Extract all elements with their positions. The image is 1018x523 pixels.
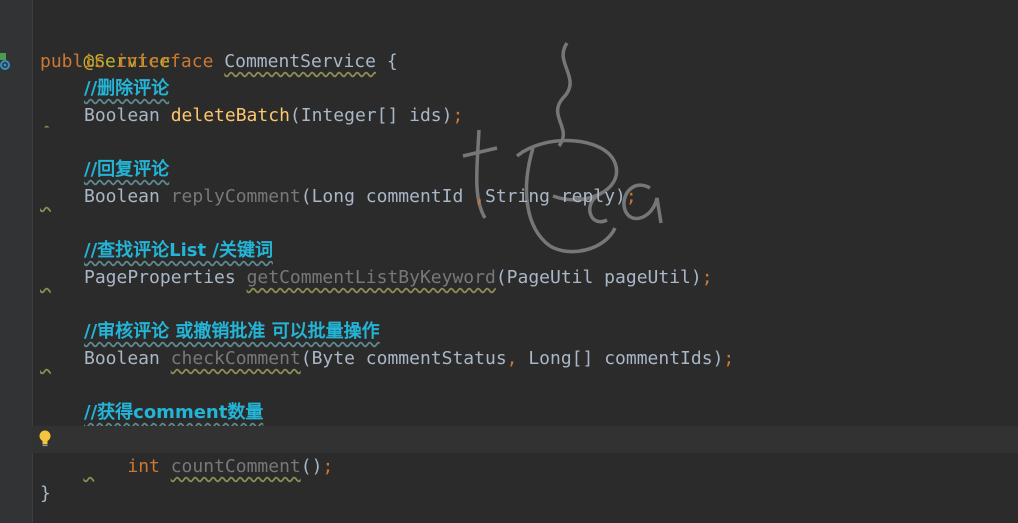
method-line: Boolean deleteBatch(Integer[] ids);	[40, 102, 1018, 129]
method-comment: //获得comment数量	[84, 402, 264, 423]
method-line: PageProperties getCommentListByKeyword(P…	[40, 264, 1018, 291]
method-name: replyComment	[170, 186, 301, 207]
return-type: Boolean	[84, 186, 160, 207]
method-comment: //审核评论 或撤销批准 可以批量操作	[84, 321, 380, 342]
method-params-rest: Long[] commentIds)	[517, 348, 724, 369]
close-brace-line: }	[40, 480, 1018, 507]
comment-line: //获得comment数量	[40, 399, 1018, 426]
method-params-open: (Byte commentStatus	[300, 348, 507, 369]
method-name: deleteBatch	[170, 105, 290, 126]
method-name: getCommentListByKeyword	[246, 267, 496, 288]
editor-gutter	[0, 0, 33, 523]
return-type: Boolean	[84, 348, 160, 369]
param-comma: ,	[474, 186, 485, 207]
semicolon: ;	[701, 267, 713, 288]
interface-declaration-line: public interface CommentService {	[40, 48, 1018, 75]
method-params-open: (Long commentId	[300, 186, 475, 207]
open-brace: {	[386, 51, 398, 72]
method-name: checkComment	[170, 348, 301, 369]
comment-line: //审核评论 或撤销批准 可以批量操作	[40, 318, 1018, 345]
method-line: Boolean replyComment(Long commentId ,Str…	[40, 183, 1018, 210]
method-comment: //查找评论List /关键词	[84, 240, 273, 261]
code-editor[interactable]: @Service public interface CommentService…	[32, 21, 1018, 507]
interface-name: CommentService	[224, 51, 376, 72]
param-comma: ,	[506, 348, 518, 369]
comment-line: //回复评论	[40, 156, 1018, 183]
method-params: (Integer[] ids)	[289, 105, 453, 126]
close-brace: }	[40, 483, 51, 504]
comment-line: //删除评论	[40, 75, 1018, 102]
keyword-interface: interface	[115, 51, 214, 72]
return-type: Boolean	[84, 105, 160, 126]
implementation-gutter-icon[interactable]	[0, 52, 14, 70]
lightbulb-icon[interactable]	[38, 429, 52, 449]
method-line: Boolean checkComment(Byte commentStatus,…	[40, 345, 1018, 372]
method-params-rest: String reply)	[484, 186, 626, 207]
annotation-line: @Service	[40, 21, 1018, 72]
method-comment: //回复评论	[84, 159, 170, 180]
semicolon: ;	[625, 186, 637, 207]
semicolon: ;	[452, 105, 464, 126]
semicolon: ;	[723, 348, 735, 369]
keyword-public: public	[40, 51, 106, 72]
comment-line: //查找评论List /关键词	[40, 237, 1018, 264]
method-comment: //删除评论	[84, 78, 170, 99]
method-params: (PageUtil pageUtil)	[495, 267, 702, 288]
return-type: PageProperties	[84, 267, 236, 288]
current-method-line: int countComment();	[32, 426, 1018, 477]
